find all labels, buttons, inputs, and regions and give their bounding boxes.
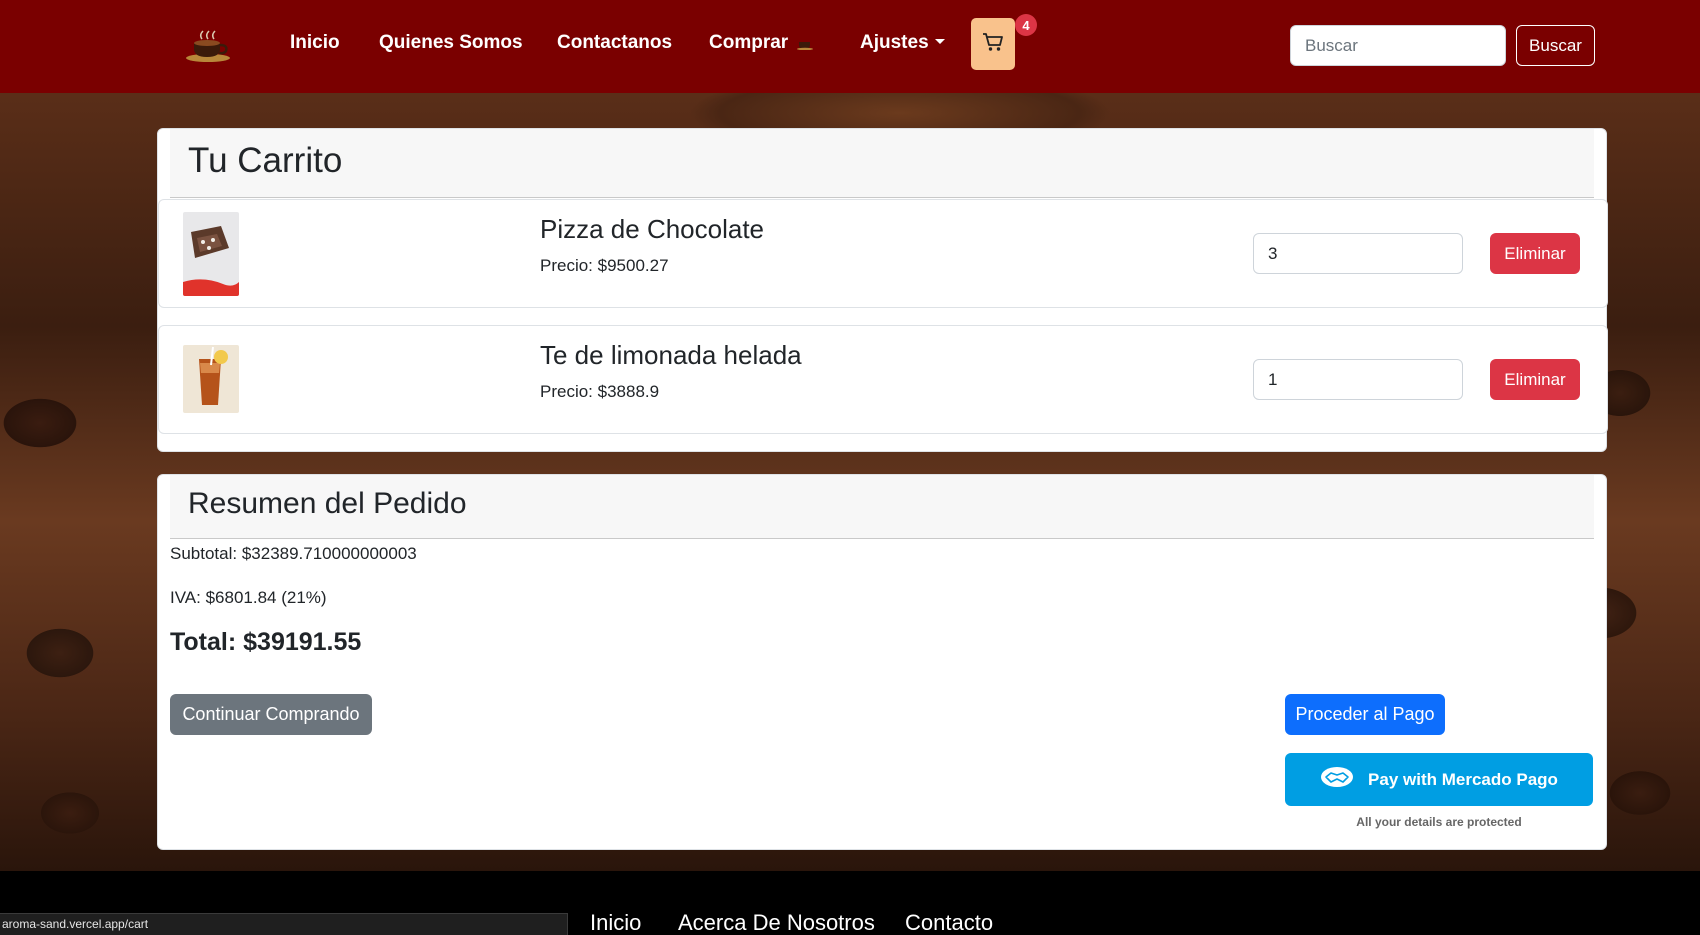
search-input[interactable] <box>1290 25 1506 66</box>
subtotal-text: Subtotal: $32389.710000000003 <box>170 544 417 563</box>
handshake-icon <box>1320 766 1354 793</box>
order-summary-card: Resumen del Pedido Subtotal: $32389.7100… <box>157 474 1607 850</box>
shopping-cart-icon <box>982 32 1004 57</box>
nav-dropdown-ajustes-label: Ajustes <box>860 32 929 53</box>
total-text: Total: $39191.55 <box>170 628 362 656</box>
cart-card: Tu Carrito Pizza de Chocolate Precio: $9… <box>157 128 1608 452</box>
cart-item: Te de limonada helada Precio: $3888.9 El… <box>158 325 1608 434</box>
continue-shopping-button[interactable]: Continuar Comprando <box>170 694 372 735</box>
item-name: Te de limonada helada <box>540 340 802 370</box>
nav-link-comprar-label: Comprar <box>709 32 789 53</box>
cart-title: Tu Carrito <box>188 141 343 180</box>
remove-item-button[interactable]: Eliminar <box>1490 359 1580 400</box>
search-button[interactable]: Buscar <box>1516 25 1595 66</box>
caret-down-icon <box>934 39 945 44</box>
quantity-input[interactable] <box>1253 359 1463 400</box>
quantity-input[interactable] <box>1253 233 1463 274</box>
product-image-te-de-limonada-helada <box>183 345 239 413</box>
nav-link-contactanos[interactable]: Contactanos <box>557 32 672 54</box>
navbar: Inicio Quienes Somos Contactanos Comprar… <box>0 0 1700 93</box>
summary-header: Resumen del Pedido <box>170 475 1594 539</box>
item-price: Precio: $3888.9 <box>540 382 660 401</box>
remove-item-button[interactable]: Eliminar <box>1490 233 1580 274</box>
coffee-small-icon <box>797 34 815 56</box>
browser-status-bar: aroma-sand.vercel.app/cart <box>0 913 568 935</box>
summary-title: Resumen del Pedido <box>188 487 467 520</box>
coffee-cup-logo[interactable] <box>184 27 232 63</box>
mercado-pago-button[interactable]: Pay with Mercado Pago <box>1285 753 1593 806</box>
footer-link-contacto[interactable]: Contacto <box>905 910 993 935</box>
product-image-pizza-de-chocolate <box>183 212 239 296</box>
cart-header: Tu Carrito <box>170 129 1594 198</box>
iva-text: IVA: $6801.84 (21%) <box>170 588 327 607</box>
item-name: Pizza de Chocolate <box>540 214 765 244</box>
nav-link-inicio[interactable]: Inicio <box>290 32 340 54</box>
mercado-pago-label: Pay with Mercado Pago <box>1368 769 1558 789</box>
mercado-pago-note: All your details are protected <box>1356 815 1522 829</box>
item-price: Precio: $9500.27 <box>540 256 669 275</box>
cart-count-badge: 4 <box>1015 14 1037 36</box>
nav-link-comprar[interactable]: Comprar <box>709 32 815 56</box>
nav-link-quienes-somos[interactable]: Quienes Somos <box>379 32 523 54</box>
cart-button[interactable] <box>971 18 1015 70</box>
footer-link-inicio[interactable]: Inicio <box>590 910 641 935</box>
nav-dropdown-ajustes[interactable]: Ajustes <box>860 32 945 54</box>
proceed-to-payment-button[interactable]: Proceder al Pago <box>1285 694 1445 735</box>
footer-link-acerca-de-nosotros[interactable]: Acerca De Nosotros <box>678 910 875 935</box>
cart-item: Pizza de Chocolate Precio: $9500.27 Elim… <box>158 199 1608 308</box>
